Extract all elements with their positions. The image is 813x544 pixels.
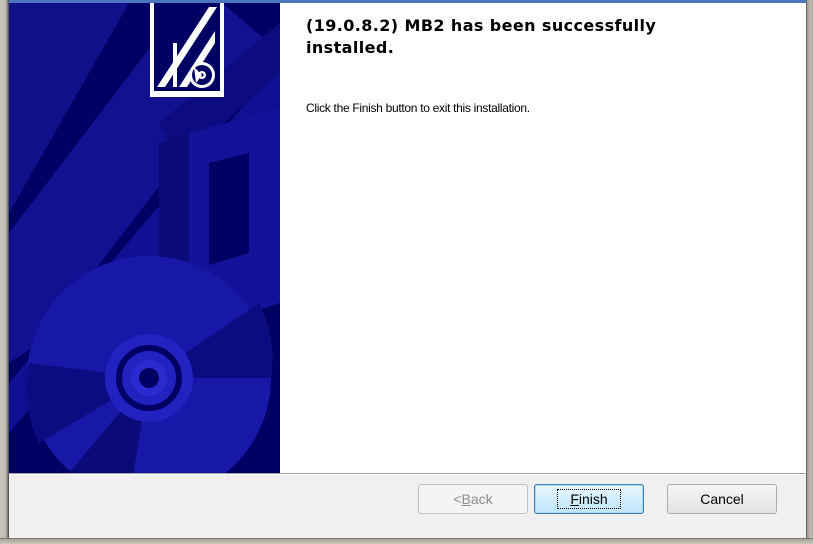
finish-button[interactable]: Finish <box>534 484 644 514</box>
window-bottom-border <box>0 538 813 544</box>
finish-instruction-text: Click the Finish button to exit this ins… <box>306 101 530 115</box>
completion-title-line-2: installed. <box>306 38 395 57</box>
window-left-border <box>0 0 9 544</box>
back-button[interactable]: < Back <box>418 484 528 514</box>
banner-artwork <box>9 3 280 473</box>
cancel-button-label: Cancel <box>700 491 744 507</box>
back-button-prefix: < <box>453 491 462 507</box>
back-button-rest: ack <box>470 491 493 507</box>
clipped-title-fragment <box>306 3 706 7</box>
finish-button-mnemonic: F <box>570 491 579 507</box>
finish-button-focus-ring: Finish <box>557 489 621 509</box>
installer-content: (19.0.8.2) MB2 has been successfully ins… <box>280 3 806 473</box>
finish-button-rest: inish <box>578 491 608 507</box>
window-right-border <box>806 0 813 544</box>
completion-title: (19.0.8.2) MB2 has been successfully ins… <box>306 15 786 59</box>
completion-title-line-1: (19.0.8.2) MB2 has been successfully <box>306 16 657 35</box>
cancel-button[interactable]: Cancel <box>667 484 777 514</box>
installer-logo-icon <box>150 3 224 97</box>
button-bar: < Back Finish Cancel <box>9 475 806 538</box>
installer-banner <box>9 3 280 473</box>
back-button-mnemonic: B <box>461 491 471 507</box>
